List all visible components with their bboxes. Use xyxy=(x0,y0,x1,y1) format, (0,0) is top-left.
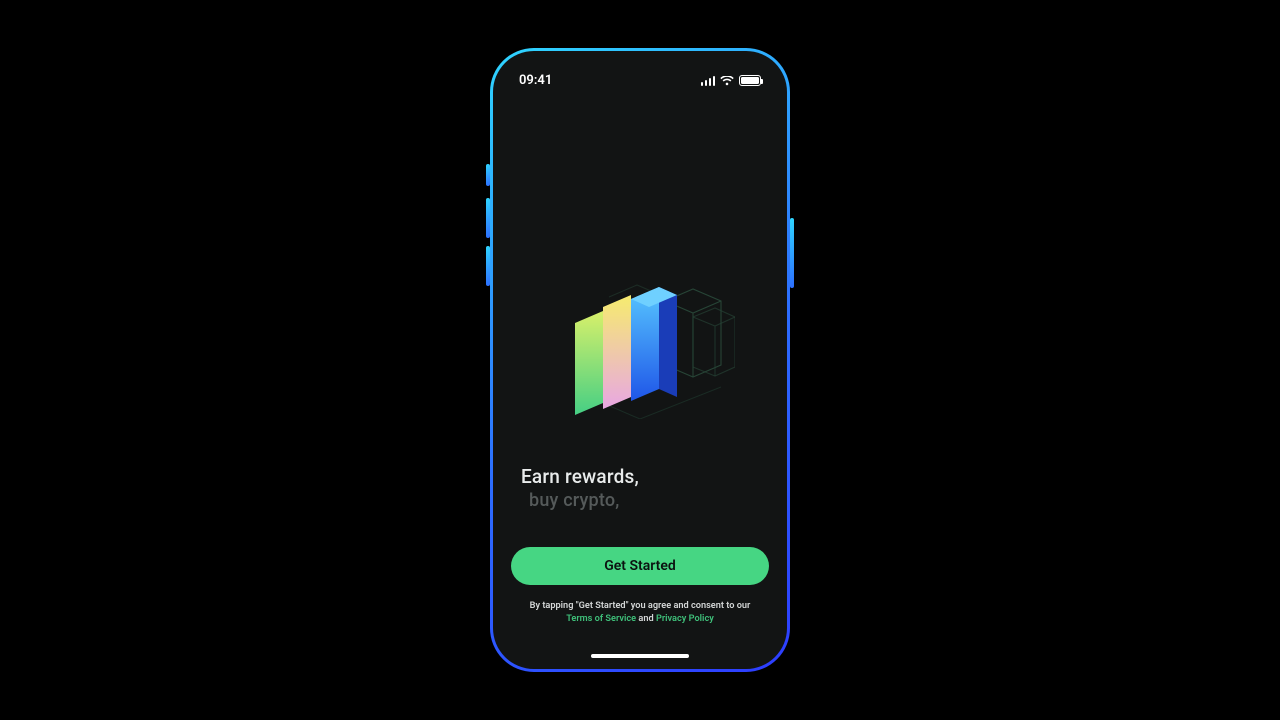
legal-joiner: and xyxy=(638,613,653,624)
screen: 09:41 xyxy=(493,51,787,669)
get-started-label: Get Started xyxy=(604,558,676,574)
volume-up-button xyxy=(486,198,490,238)
terms-link[interactable]: Terms of Service xyxy=(566,613,636,624)
phone-frame: 09:41 xyxy=(490,48,790,672)
get-started-button[interactable]: Get Started xyxy=(511,547,769,585)
legal-text: By tapping "Get Started" you agree and c… xyxy=(515,600,765,625)
privacy-link[interactable]: Privacy Policy xyxy=(656,613,714,624)
mute-switch xyxy=(486,164,490,186)
hero-bars-illustration xyxy=(545,279,735,419)
home-indicator[interactable] xyxy=(591,654,689,658)
volume-down-button xyxy=(486,246,490,286)
tagline-secondary: buy crypto, xyxy=(529,490,759,511)
power-button xyxy=(790,218,794,288)
onboarding-screen: Earn rewards, buy crypto, Get Started By… xyxy=(493,51,787,669)
hero-taglines: Earn rewards, buy crypto, xyxy=(521,465,759,511)
legal-prefix: By tapping "Get Started" you agree and c… xyxy=(530,600,751,611)
tagline-primary: Earn rewards, xyxy=(521,465,759,488)
